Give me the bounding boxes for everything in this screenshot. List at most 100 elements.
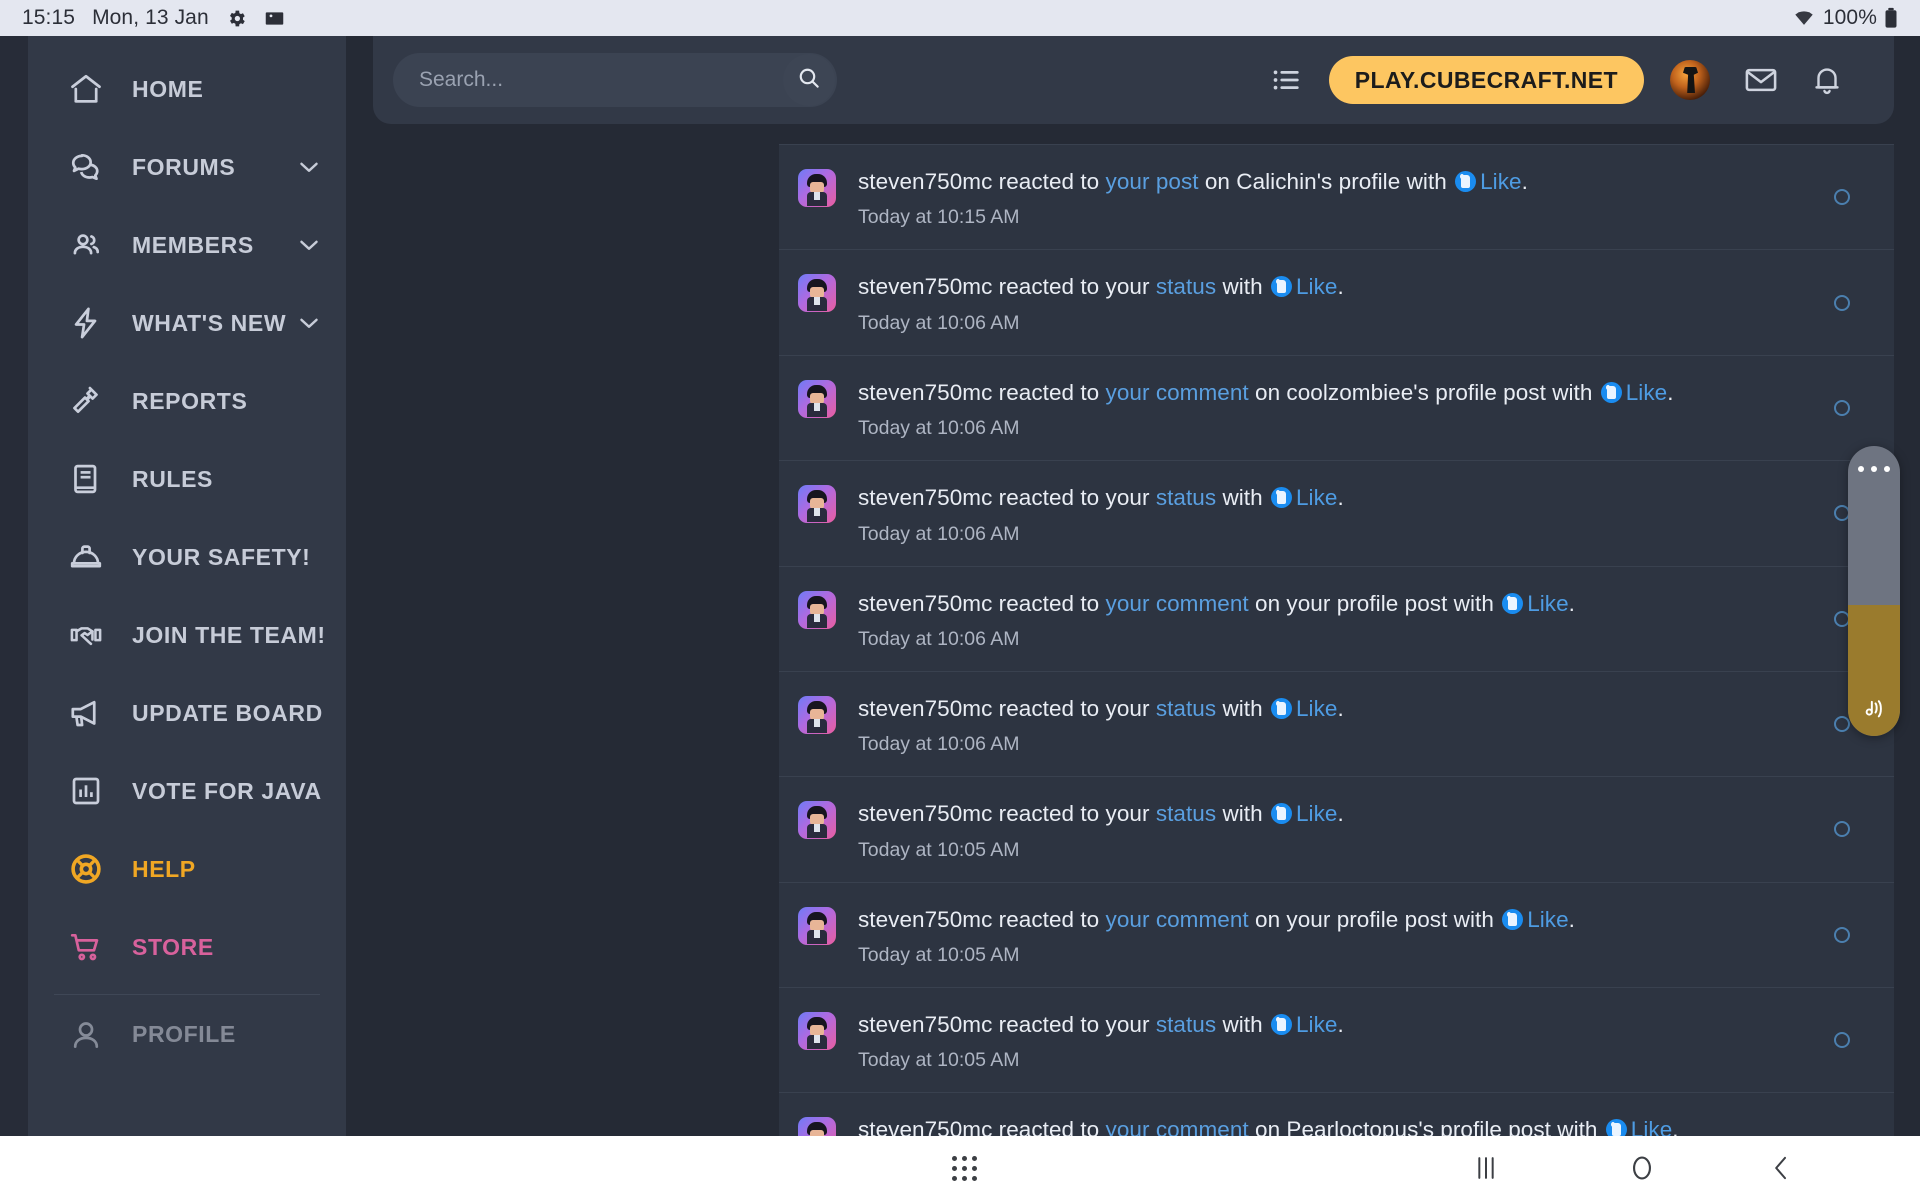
mark-read-toggle[interactable] (1834, 189, 1850, 206)
app-surface: HOME FORUMS MEMBERS WHAT'S NEW REPORTS R… (0, 36, 1920, 1136)
notification-user[interactable]: steven750mc (858, 696, 992, 721)
notification-link[interactable]: your comment (1106, 380, 1249, 405)
home-circle-icon[interactable] (1625, 1151, 1659, 1185)
notification-reaction[interactable]: Like (1480, 169, 1521, 194)
notification-link[interactable]: status (1156, 1012, 1216, 1037)
notification-row[interactable]: steven750mc reacted to your comment on y… (779, 881, 1894, 987)
notification-user[interactable]: steven750mc (858, 801, 992, 826)
notification-user[interactable]: steven750mc (858, 485, 992, 510)
notification-reaction[interactable]: Like (1296, 274, 1337, 299)
notification-reaction[interactable]: Like (1527, 907, 1568, 932)
notification-reaction[interactable]: Like (1527, 591, 1568, 616)
search-bar[interactable] (393, 53, 837, 107)
notification-row[interactable]: steven750mc reacted to your comment on c… (779, 354, 1894, 461)
sidebar-item-vote-for-java[interactable]: VOTE FOR JAVA (28, 752, 346, 830)
mark-read-toggle[interactable] (1834, 399, 1850, 416)
thumbs-up-icon (1600, 381, 1622, 403)
hammer-icon (64, 379, 108, 423)
thumbs-up-icon (1270, 803, 1292, 825)
notification-user[interactable]: steven750mc (858, 591, 992, 616)
envelope-icon[interactable] (1728, 47, 1794, 113)
sidebar-item-home[interactable]: HOME (28, 50, 346, 128)
apps-grid-icon[interactable] (952, 1155, 977, 1181)
notification-timestamp: Today at 10:06 AM (858, 733, 1020, 756)
notification-user[interactable]: steven750mc (858, 380, 992, 405)
notification-row[interactable]: steven750mc reacted to your post on Cali… (779, 144, 1894, 250)
sidebar-item-label: JOIN THE TEAM! (132, 621, 326, 648)
notification-link[interactable]: your comment (1106, 591, 1249, 616)
notification-user[interactable]: steven750mc (858, 169, 992, 194)
sidebar-item-update-board[interactable]: UPDATE BOARD (28, 674, 346, 752)
notification-row[interactable]: steven750mc reacted to your status with … (779, 460, 1894, 566)
sidebar-item-join-the-team[interactable]: JOIN THE TEAM! (28, 596, 346, 674)
notification-reaction[interactable]: Like (1296, 1012, 1337, 1037)
notification-user[interactable]: steven750mc (858, 1012, 992, 1037)
notification-timestamp: Today at 10:06 AM (858, 311, 1020, 334)
notification-link[interactable]: status (1156, 696, 1216, 721)
user-avatar[interactable] (1670, 60, 1710, 100)
list-icon[interactable] (1253, 47, 1319, 113)
sidebar-item-reports[interactable]: REPORTS (28, 362, 346, 440)
notification-row[interactable]: steven750mc reacted to your status with … (779, 249, 1894, 355)
play-server-button[interactable]: PLAY.CUBECRAFT.NET (1328, 56, 1644, 104)
sidebar-item-whats-new[interactable]: WHAT'S NEW (28, 284, 346, 362)
thumbs-up-icon (1605, 1119, 1627, 1136)
notification-verb: reacted to (992, 590, 1106, 616)
notification-reaction[interactable]: Like (1296, 801, 1337, 826)
notification-link[interactable]: your post (1106, 169, 1199, 194)
notification-user[interactable]: steven750mc (858, 274, 992, 299)
chevron-down-icon[interactable] (294, 308, 324, 338)
sound-note-icon[interactable] (1848, 696, 1900, 722)
notification-user[interactable]: steven750mc (858, 1117, 992, 1136)
back-chevron-icon[interactable] (1765, 1151, 1797, 1185)
mark-read-toggle[interactable] (1834, 1032, 1850, 1049)
mark-read-toggle[interactable] (1834, 294, 1850, 311)
notification-verb: reacted to (992, 1117, 1106, 1136)
sidebar-item-store[interactable]: STORE (28, 908, 346, 986)
sidebar-item-forums[interactable]: FORUMS (28, 128, 346, 206)
notification-link[interactable]: status (1156, 485, 1216, 510)
notification-punct: . (1667, 379, 1674, 405)
mark-read-toggle[interactable] (1834, 926, 1850, 943)
hard-hat-icon (64, 535, 108, 579)
avatar (798, 379, 836, 418)
notification-text: steven750mc reacted to your comment on y… (858, 589, 1834, 619)
notification-link[interactable]: status (1156, 274, 1216, 299)
avatar (798, 1117, 836, 1136)
sidebar-item-label: YOUR SAFETY! (132, 543, 311, 570)
sidebar-item-label: MEMBERS (132, 231, 254, 258)
notification-row[interactable]: steven750mc reacted to your status with … (779, 776, 1894, 882)
avatar (798, 801, 836, 840)
sidebar-item-your-safety[interactable]: YOUR SAFETY! (28, 518, 346, 596)
more-dots-icon[interactable] (1848, 466, 1900, 472)
sidebar-item-members[interactable]: MEMBERS (28, 206, 346, 284)
mark-read-toggle[interactable] (1834, 821, 1850, 838)
notification-verb: reacted to your (992, 695, 1156, 721)
recents-icon[interactable] (1470, 1151, 1502, 1185)
notification-reaction[interactable]: Like (1631, 1117, 1672, 1136)
sidebar-item-help[interactable]: HELP (28, 830, 346, 908)
notification-link[interactable]: your comment (1106, 1117, 1249, 1136)
chevron-down-icon[interactable] (294, 230, 324, 260)
search-input[interactable] (419, 68, 759, 92)
search-icon (796, 65, 822, 96)
sidebar-item-profile[interactable]: PROFILE (28, 995, 346, 1073)
notification-reaction[interactable]: Like (1296, 696, 1337, 721)
notification-row[interactable]: steven750mc reacted to your comment on P… (779, 1092, 1894, 1136)
notification-reaction[interactable]: Like (1626, 380, 1667, 405)
search-button[interactable] (783, 54, 835, 106)
notification-reaction[interactable]: Like (1296, 485, 1337, 510)
notification-timestamp: Today at 10:06 AM (858, 522, 1020, 545)
notification-row[interactable]: steven750mc reacted to your comment on y… (779, 565, 1894, 671)
bell-icon[interactable] (1794, 47, 1860, 113)
notification-row[interactable]: steven750mc reacted to your status with … (779, 670, 1894, 777)
notification-link[interactable]: your comment (1106, 907, 1249, 932)
volume-slider-overlay[interactable] (1848, 446, 1900, 736)
chevron-down-icon[interactable] (294, 152, 324, 182)
thumbs-up-icon (1502, 908, 1524, 930)
sidebar-item-rules[interactable]: RULES (28, 440, 346, 518)
notification-link[interactable]: status (1156, 801, 1216, 826)
notification-mid: on Calichin's profile with (1198, 169, 1454, 194)
notification-row[interactable]: steven750mc reacted to your status with … (779, 987, 1894, 1093)
notification-user[interactable]: steven750mc (858, 907, 992, 932)
